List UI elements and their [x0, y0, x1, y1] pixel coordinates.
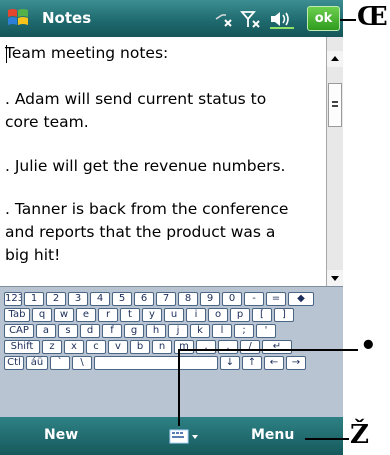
key-period[interactable]: .: [218, 340, 238, 354]
key-apostrophe[interactable]: ': [256, 324, 276, 338]
volume-icon[interactable]: [268, 9, 296, 29]
key-w[interactable]: w: [54, 308, 74, 322]
note-line: . Adam will send current status to: [5, 90, 267, 108]
key-o[interactable]: o: [208, 308, 228, 322]
key-backslash[interactable]: \: [72, 356, 92, 370]
key-arrow-left[interactable]: ←: [264, 356, 284, 370]
key-7[interactable]: 7: [156, 292, 176, 306]
key-enter[interactable]: ↵: [262, 340, 292, 354]
key-i[interactable]: i: [186, 308, 206, 322]
key-equals[interactable]: =: [266, 292, 286, 306]
key-m[interactable]: m: [174, 340, 194, 354]
callout-line-top: [340, 19, 356, 21]
callout-line-bottom: [305, 438, 349, 440]
key-3[interactable]: 3: [68, 292, 88, 306]
key-u[interactable]: u: [164, 308, 184, 322]
key-x[interactable]: x: [64, 340, 84, 354]
callout-label-middle: •: [360, 331, 377, 361]
key-semicolon[interactable]: ;: [234, 324, 254, 338]
key-international[interactable]: áü: [26, 356, 48, 370]
key-8[interactable]: 8: [178, 292, 198, 306]
key-q[interactable]: q: [32, 308, 52, 322]
grip-icon: [332, 101, 338, 107]
key-2[interactable]: 2: [46, 292, 66, 306]
key-b[interactable]: b: [130, 340, 150, 354]
notes-text-area[interactable]: Team meeting notes: . Adam will send cur…: [0, 37, 326, 286]
keyboard-input-panel-icon[interactable]: [168, 428, 202, 445]
key-tab[interactable]: Tab: [4, 308, 30, 322]
key-j[interactable]: j: [168, 324, 188, 338]
key-6[interactable]: 6: [134, 292, 154, 306]
key-arrow-down[interactable]: ↓: [220, 356, 240, 370]
key-v[interactable]: v: [108, 340, 128, 354]
app-title: Notes: [42, 9, 92, 27]
key-arrow-up[interactable]: ↑: [242, 356, 262, 370]
menu-button[interactable]: Menu: [251, 427, 294, 443]
key-9[interactable]: 9: [200, 292, 220, 306]
key-c[interactable]: c: [86, 340, 106, 354]
key-arrow-right[interactable]: →: [286, 356, 306, 370]
soft-keyboard: 123 1 2 3 4 5 6 7 8 9 0 - = ◆ Tab q w e …: [0, 286, 343, 417]
key-t[interactable]: t: [120, 308, 140, 322]
device-screen: Notes ok Team meeting notes: . Adam will…: [0, 0, 343, 455]
key-n[interactable]: n: [152, 340, 172, 354]
note-line: . Julie will get the revenue numbers.: [5, 157, 286, 175]
key-r[interactable]: r: [98, 308, 118, 322]
key-caps-lock[interactable]: CAP: [4, 324, 34, 338]
key-5[interactable]: 5: [112, 292, 132, 306]
key-e[interactable]: e: [76, 308, 96, 322]
key-d[interactable]: d: [80, 324, 100, 338]
callout-line-middle: [178, 349, 358, 351]
windows-start-icon[interactable]: [6, 6, 30, 30]
note-line: Team meeting notes:: [5, 44, 169, 62]
scrollbar-thumb[interactable]: [328, 83, 342, 127]
signal-off-icon[interactable]: [240, 9, 262, 29]
key-y[interactable]: y: [142, 308, 162, 322]
key-ctrl[interactable]: Ctl: [4, 356, 24, 370]
key-right-bracket[interactable]: ]: [274, 308, 294, 322]
note-line: . Tanner is back from the conference: [5, 200, 289, 218]
connectivity-off-icon[interactable]: [214, 9, 234, 29]
key-backspace[interactable]: ◆: [288, 292, 314, 306]
key-p[interactable]: p: [230, 308, 250, 322]
key-left-bracket[interactable]: [: [252, 308, 272, 322]
key-slash[interactable]: /: [240, 340, 260, 354]
note-line: core team.: [5, 113, 89, 131]
callout-label-bottom: Ž: [350, 420, 369, 450]
key-g[interactable]: g: [124, 324, 144, 338]
vertical-scrollbar[interactable]: [326, 37, 343, 286]
ok-button[interactable]: ok: [307, 6, 340, 31]
scroll-up-arrow-icon[interactable]: [327, 51, 343, 67]
key-space[interactable]: [94, 356, 218, 370]
new-button[interactable]: New: [44, 427, 78, 443]
bottom-menu-bar: New Menu: [0, 417, 343, 455]
scroll-down-arrow-icon[interactable]: [327, 270, 343, 286]
key-backtick[interactable]: `: [50, 356, 70, 370]
note-line: and reports that the product was a: [5, 223, 276, 241]
key-4[interactable]: 4: [90, 292, 110, 306]
key-123[interactable]: 123: [4, 292, 22, 306]
key-s[interactable]: s: [58, 324, 78, 338]
key-minus[interactable]: -: [244, 292, 264, 306]
note-line: big hit!: [5, 246, 61, 264]
title-bar: Notes ok: [0, 0, 343, 37]
key-z[interactable]: z: [42, 340, 62, 354]
key-shift[interactable]: Shift: [4, 340, 40, 354]
key-l[interactable]: l: [212, 324, 232, 338]
key-a[interactable]: a: [36, 324, 56, 338]
key-1[interactable]: 1: [24, 292, 44, 306]
key-comma[interactable]: ,: [196, 340, 216, 354]
key-k[interactable]: k: [190, 324, 210, 338]
key-h[interactable]: h: [146, 324, 166, 338]
callout-line-middle-vertical: [178, 349, 180, 426]
callout-label-top: Œ: [357, 2, 388, 32]
key-0[interactable]: 0: [222, 292, 242, 306]
key-f[interactable]: f: [102, 324, 122, 338]
